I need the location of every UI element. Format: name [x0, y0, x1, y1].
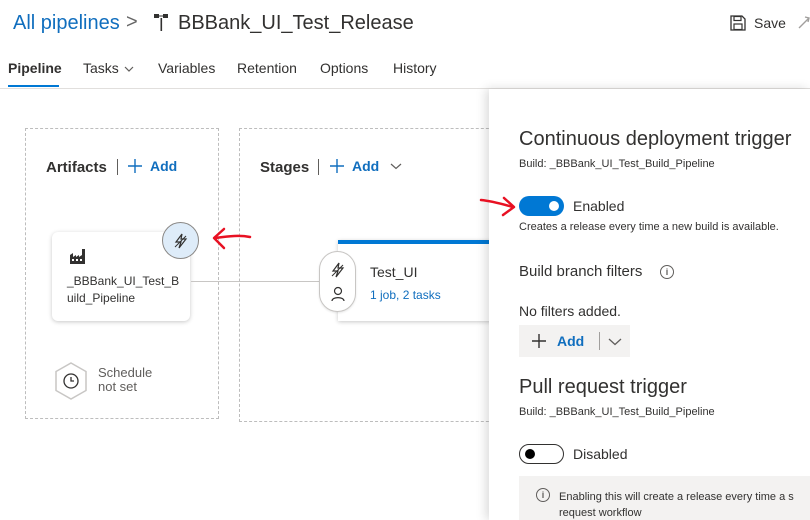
tab-bar: Pipeline Tasks Variables Retention Optio… — [0, 60, 810, 88]
info-icon: i — [536, 488, 550, 502]
annotation-arrow-icon — [212, 227, 252, 250]
tab-history-label: History — [393, 60, 437, 76]
tab-options-label: Options — [320, 60, 369, 76]
pr-toggle-label: Disabled — [573, 446, 628, 462]
add-filter-dropdown[interactable] — [600, 337, 630, 346]
breadcrumb-all-pipelines[interactable]: All pipelines — [13, 12, 120, 35]
add-artifact-button[interactable]: Add — [127, 158, 177, 174]
stages-title: Stages — [260, 159, 310, 176]
add-stage-button[interactable]: Add — [329, 158, 402, 174]
save-button[interactable]: Save — [730, 15, 786, 31]
pr-info-text: Enabling this will create a release ever… — [559, 489, 810, 520]
tab-options[interactable]: Options — [320, 60, 368, 76]
approvers-person-icon[interactable] — [330, 286, 346, 302]
tab-variables[interactable]: Variables — [158, 60, 215, 76]
plus-icon — [330, 159, 344, 173]
pr-trigger-build: Build: _BBBank_UI_Test_Build_Pipeline — [519, 406, 715, 418]
pipeline-title: BBBank_UI_Test_Release — [178, 12, 414, 34]
tab-retention[interactable]: Retention — [237, 60, 297, 76]
pr-info-line-1: Enabling this will create a release ever… — [559, 491, 794, 503]
schedule-status: Schedule not set — [98, 366, 178, 394]
pre-deployment-conditions-icon[interactable] — [330, 262, 346, 278]
artifacts-title: Artifacts — [46, 159, 107, 176]
artifact-name: _BBBank_UI_Test_Build_Pipeline — [67, 274, 180, 305]
save-label: Save — [754, 15, 786, 31]
artifacts-title-separator — [117, 159, 118, 175]
toggle-knob — [549, 201, 559, 211]
stage-name: Test_UI — [370, 264, 418, 280]
add-stage-label: Add — [352, 158, 380, 174]
tab-history[interactable]: History — [393, 60, 437, 76]
breadcrumb-separator: > — [126, 11, 138, 33]
add-artifact-label: Add — [150, 158, 178, 174]
tab-tasks-label: Tasks — [83, 60, 119, 76]
build-artifact-icon — [70, 249, 85, 264]
add-filter-button[interactable]: Add — [519, 333, 599, 349]
add-filter-split-button: Add — [519, 325, 630, 357]
stages-title-separator — [318, 159, 319, 175]
stage-card[interactable] — [338, 240, 508, 321]
cd-trigger-title: Continuous deployment trigger — [519, 128, 792, 150]
lightning-icon — [174, 233, 187, 248]
chevron-down-icon — [124, 66, 134, 72]
plus-icon — [128, 159, 142, 173]
continuous-deployment-trigger-button[interactable] — [162, 222, 199, 259]
save-icon — [730, 15, 746, 31]
tab-tasks[interactable]: Tasks — [83, 60, 134, 76]
toggle-knob — [525, 449, 535, 459]
tab-pipeline[interactable]: Pipeline — [8, 60, 62, 76]
schedule-icon[interactable] — [54, 362, 88, 400]
tab-pipeline-label: Pipeline — [8, 60, 62, 76]
add-filter-label: Add — [557, 333, 585, 349]
pr-trigger-toggle[interactable] — [519, 444, 564, 464]
chevron-down-icon — [608, 338, 622, 345]
release-pipeline-icon — [154, 14, 168, 31]
branch-filters-title: Build branch filters — [519, 263, 643, 280]
cd-trigger-build: Build: _BBBank_UI_Test_Build_Pipeline — [519, 158, 715, 170]
info-icon[interactable]: i — [660, 265, 674, 279]
cd-toggle-label: Enabled — [573, 198, 625, 214]
annotation-arrow-icon — [479, 196, 516, 217]
pr-trigger-title: Pull request trigger — [519, 376, 687, 398]
stage-jobs-link[interactable]: 1 job, 2 tasks — [370, 288, 441, 302]
chevron-down-icon — [390, 163, 402, 170]
no-filters-text: No filters added. — [519, 303, 621, 319]
overflow-icon[interactable] — [797, 15, 810, 31]
stage-card-accent-bar — [338, 240, 508, 244]
cd-trigger-description: Creates a release every time a new build… — [519, 221, 779, 233]
active-tab-indicator — [8, 85, 59, 87]
schedule-line-1: Schedule — [98, 365, 153, 380]
schedule-line-2: not set — [98, 379, 138, 394]
plus-icon — [532, 334, 546, 348]
pr-info-line-2: request workflow — [559, 507, 642, 519]
cd-trigger-toggle[interactable] — [519, 196, 564, 216]
tab-variables-label: Variables — [158, 60, 216, 76]
stage-conditions-pill — [319, 251, 356, 312]
tab-retention-label: Retention — [237, 60, 297, 76]
